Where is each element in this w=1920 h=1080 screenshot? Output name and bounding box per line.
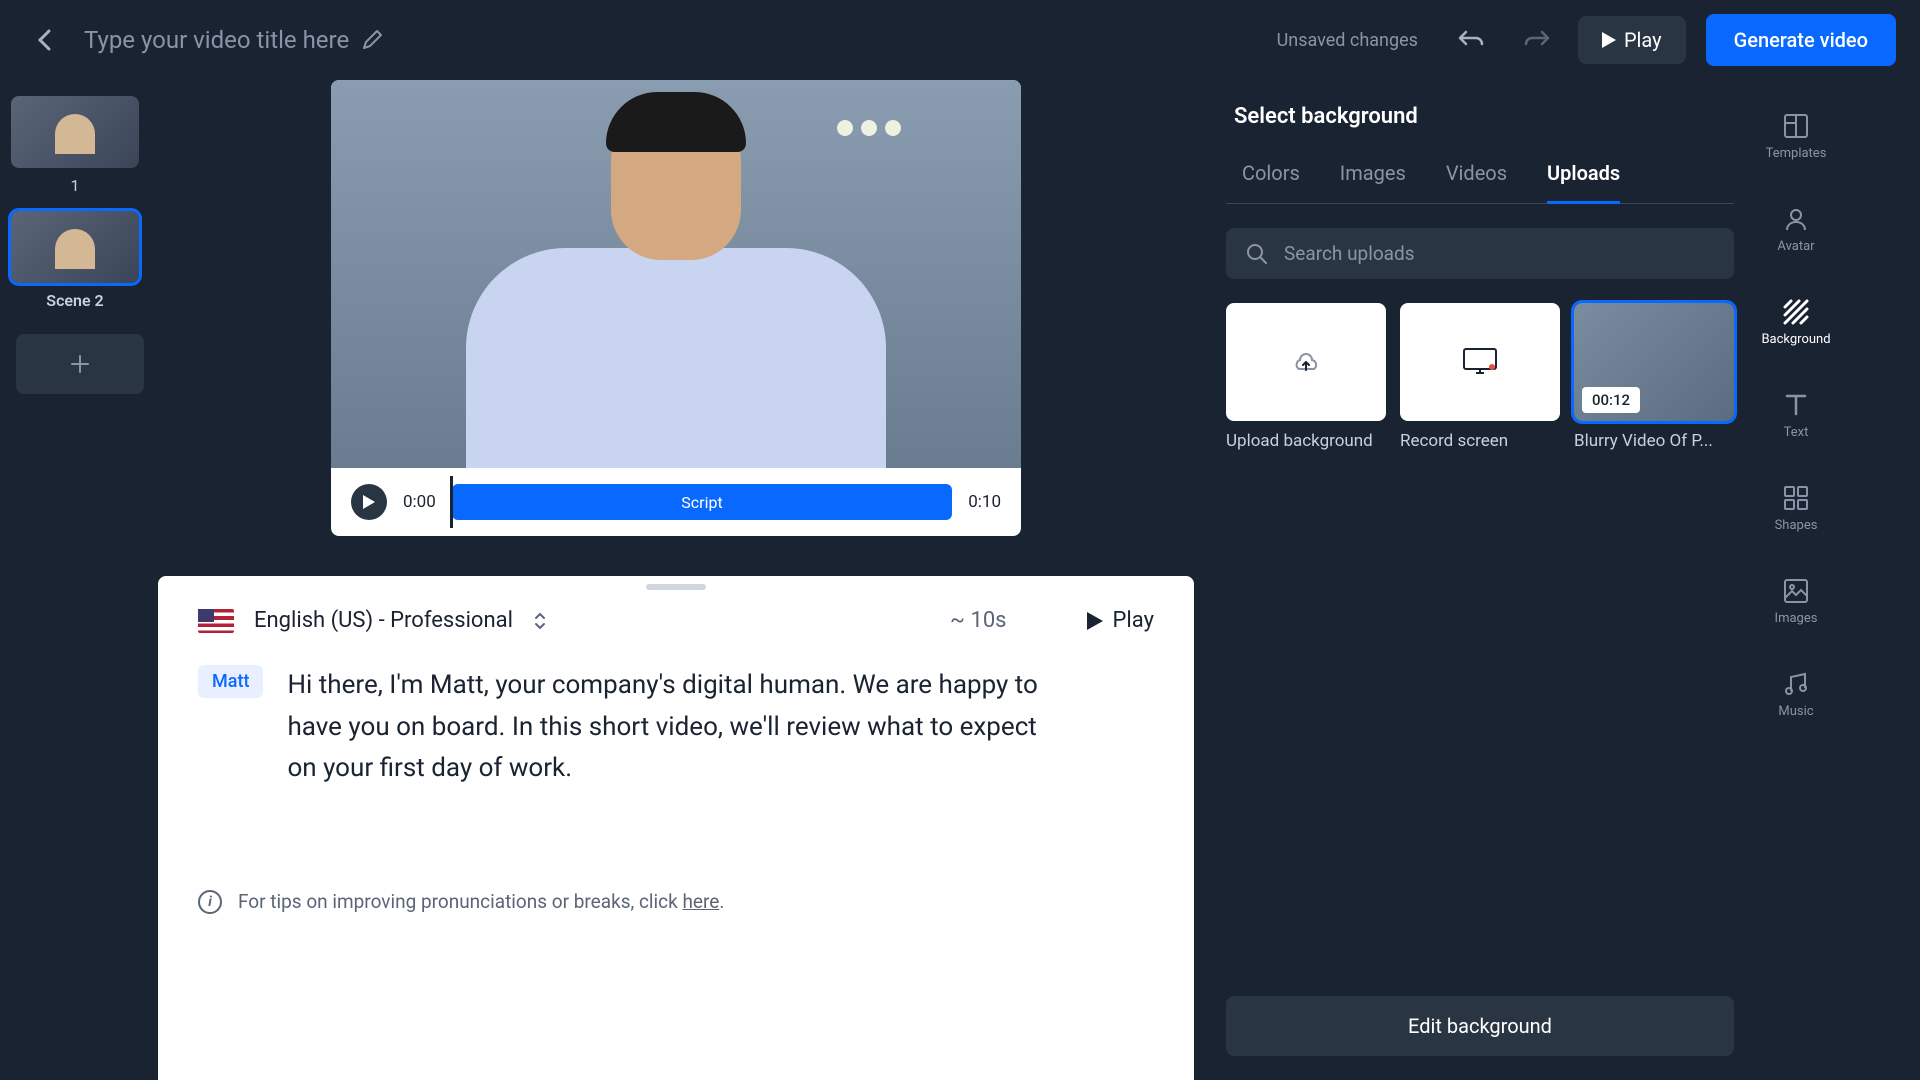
upload-item[interactable]: 00:12 [1574, 303, 1734, 421]
script-play-button[interactable]: Play [1087, 608, 1154, 633]
search-input[interactable] [1284, 242, 1714, 265]
undo-icon [1458, 28, 1486, 52]
templates-icon [1782, 112, 1810, 140]
monitor-icon [1462, 347, 1498, 377]
upload-label: Upload background [1226, 431, 1386, 451]
rail-avatar[interactable]: Avatar [1750, 197, 1842, 262]
tab-videos[interactable]: Videos [1446, 161, 1507, 203]
search-icon [1246, 243, 1268, 265]
preview-canvas[interactable]: 0:00 Script 0:10 [331, 80, 1021, 536]
back-button[interactable] [24, 20, 64, 60]
tab-images[interactable]: Images [1340, 161, 1406, 203]
tips-link[interactable]: here [682, 890, 719, 913]
tips-row: i For tips on improving pronunciations o… [198, 890, 1154, 914]
music-icon [1782, 670, 1810, 698]
add-scene-button[interactable] [16, 334, 144, 394]
tab-uploads[interactable]: Uploads [1547, 161, 1620, 204]
script-text[interactable]: Hi there, I'm Matt, your company's digit… [287, 665, 1067, 790]
tips-text: For tips on improving pronunciations or … [238, 890, 724, 913]
script-panel: English (US) - Professional ~ 10s Play M… [158, 576, 1194, 1080]
background-panel: Select background Colors Images Videos U… [1210, 80, 1750, 1080]
panel-title: Select background [1226, 104, 1734, 129]
play-button[interactable]: Play [1578, 16, 1686, 64]
background-icon [1782, 298, 1810, 326]
timeline-playhead[interactable] [450, 476, 453, 528]
redo-button[interactable] [1514, 18, 1558, 62]
redo-icon [1522, 28, 1550, 52]
video-title-input[interactable]: Type your video title here [84, 26, 349, 54]
rail-background[interactable]: Background [1750, 290, 1842, 355]
timeline-track[interactable]: Script [452, 484, 952, 520]
upload-icon [1290, 346, 1322, 378]
timeline-play-button[interactable] [351, 484, 387, 520]
search-row [1226, 228, 1734, 279]
rail-music[interactable]: Music [1750, 662, 1842, 727]
plus-icon [70, 354, 90, 374]
play-label: Play [1624, 28, 1662, 52]
play-icon [1087, 612, 1103, 630]
play-icon [1602, 32, 1616, 48]
upload-background-button[interactable] [1226, 303, 1386, 421]
rail-shapes[interactable]: Shapes [1750, 476, 1842, 541]
script-play-label: Play [1113, 608, 1154, 633]
scene-label: Scene 2 [46, 291, 103, 310]
shapes-icon [1782, 484, 1810, 512]
play-icon [363, 495, 375, 509]
info-icon: i [198, 890, 222, 914]
chevron-updown-icon [533, 611, 547, 631]
text-icon [1782, 391, 1810, 419]
rail-templates[interactable]: Templates [1750, 104, 1842, 169]
speaker-tag[interactable]: Matt [198, 665, 263, 698]
edit-icon[interactable] [361, 29, 383, 51]
record-label: Record screen [1400, 431, 1560, 451]
edit-background-button[interactable]: Edit background [1226, 996, 1734, 1056]
rail-text[interactable]: Text [1750, 383, 1842, 448]
drag-handle[interactable] [646, 584, 706, 590]
avatar-icon [1782, 205, 1810, 233]
record-screen-button[interactable] [1400, 303, 1560, 421]
tab-colors[interactable]: Colors [1242, 161, 1300, 203]
scene-thumb-2[interactable]: Scene 2 [16, 211, 134, 310]
timeline-current-time: 0:00 [403, 492, 436, 512]
undo-button[interactable] [1450, 18, 1494, 62]
flag-icon [198, 609, 234, 633]
timeline-total-time: 0:10 [968, 492, 1001, 512]
scene-thumb-1[interactable]: 1 [16, 96, 134, 195]
images-icon [1782, 577, 1810, 605]
scenes-panel: 1 Scene 2 [0, 80, 150, 1080]
script-duration: ~ 10s [950, 608, 1007, 633]
generate-video-button[interactable]: Generate video [1706, 14, 1896, 66]
upload-item-label: Blurry Video Of P... [1574, 431, 1734, 451]
upload-duration: 00:12 [1582, 387, 1640, 413]
language-selector[interactable]: English (US) - Professional [254, 608, 513, 633]
rail-images[interactable]: Images [1750, 569, 1842, 634]
timeline-track-label: Script [681, 493, 722, 512]
scene-label: 1 [71, 176, 80, 195]
unsaved-status: Unsaved changes [1277, 30, 1418, 51]
chevron-left-icon [37, 29, 51, 51]
right-rail: Templates Avatar Background Text Shapes … [1750, 80, 1842, 1080]
